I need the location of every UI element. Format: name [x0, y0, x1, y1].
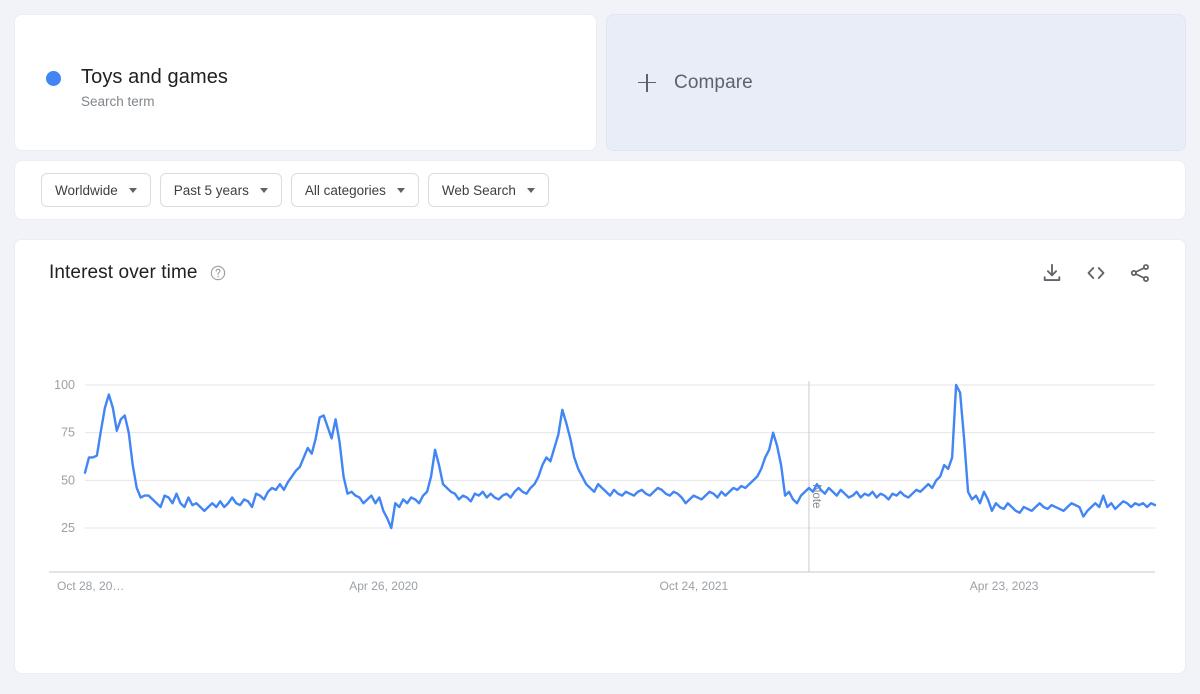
compare-card[interactable]: Compare — [606, 14, 1186, 151]
chevron-down-icon — [396, 187, 405, 193]
filter-location-label: Worldwide — [55, 182, 118, 198]
y-axis-tick-label: 25 — [61, 521, 75, 535]
filter-category[interactable]: All categories — [290, 173, 419, 207]
x-axis-tick-label: Oct 24, 2021 — [660, 579, 729, 593]
plus-icon — [638, 73, 656, 92]
search-term-title: Toys and games — [81, 66, 229, 88]
chart-svg: 100755025NoteOct 28, 20… Apr 26, 2020 Oct … — [49, 378, 1157, 593]
chevron-down-icon — [526, 187, 535, 193]
compare-content: Compare — [638, 72, 753, 94]
interest-over-time-card: Interest over time 100 75 50 25 Note Oct… — [14, 239, 1186, 674]
compare-label: Compare — [674, 71, 753, 93]
filter-location[interactable]: Worldwide — [41, 173, 151, 207]
chevron-down-icon — [259, 187, 268, 193]
chevron-down-icon — [128, 187, 137, 193]
chart-line-series[interactable] — [83, 383, 1157, 530]
interest-over-time-chart[interactable]: 100 75 50 25 Note Oct 28, 20… Apr 26, 2020 Oct … — [15, 240, 1185, 673]
y-axis-tick-label: 100 — [54, 378, 75, 392]
x-axis-tick-label: Apr 23, 2023 — [970, 579, 1039, 593]
trends-page: Toys and games Search term Compare World… — [0, 0, 1200, 694]
series-color-dot — [46, 71, 61, 86]
y-axis-tick-label: 50 — [61, 473, 75, 487]
filter-search-type[interactable]: Web Search — [427, 173, 549, 207]
filter-time-range-label: Past 5 years — [173, 182, 249, 198]
search-term-card[interactable]: Toys and games Search term — [14, 14, 597, 151]
search-term-subtitle: Search term — [81, 94, 155, 109]
y-axis-tick-label: 75 — [61, 426, 75, 440]
x-axis-tick-label: Oct 28, 20… — [57, 579, 124, 593]
search-term-content: Toys and games Search term — [46, 65, 228, 111]
x-axis-tick-label: Apr 26, 2020 — [349, 579, 418, 593]
filter-category-label: All categories — [304, 182, 386, 198]
filter-bar: Worldwide Past 5 years All categories We… — [14, 160, 1186, 220]
filter-time-range[interactable]: Past 5 years — [159, 173, 282, 207]
filter-search-type-label: Web Search — [441, 182, 516, 198]
search-terms-row: Toys and games Search term Compare — [14, 14, 1186, 151]
